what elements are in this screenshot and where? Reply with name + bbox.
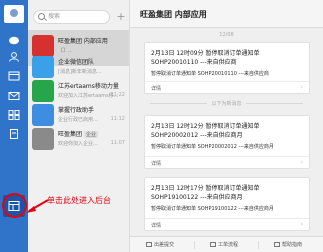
card-detail-link[interactable]: 详情 › — [145, 218, 309, 230]
list-item[interactable]: 旺盈集团 企业 欢迎你加入企业... 11:07 — [28, 123, 129, 159]
calendar-icon[interactable] — [8, 71, 20, 81]
app-avatar — [32, 128, 54, 150]
page-title: 旺盈集团 内部应用 — [140, 10, 207, 19]
chat-panel: 旺盈集团 内部应用 12/08 2月13日 12时09分 暂停取消订单通知单 S… — [130, 0, 323, 252]
divider — [194, 241, 195, 249]
card-body: 暂停取消订单通知单 SOHP19100122 ---来自供应商月 — [151, 206, 274, 212]
chat-icon[interactable] — [8, 36, 20, 46]
item-name: 旺盈集团 内部应用 — [58, 38, 108, 45]
item-name: 旺盈集团 企业 — [58, 131, 99, 138]
new-message-divider: 以下为新消息 — [130, 100, 323, 107]
menu-icon — [146, 242, 152, 247]
message-card[interactable]: 2月13日 12时09分 暂停取消订单通知单 SOHP20010110 ---来… — [144, 42, 310, 94]
document-icon[interactable] — [8, 129, 20, 139]
apps-grid-icon[interactable] — [8, 110, 20, 120]
item-time: 11:22 — [110, 92, 125, 98]
card-body: 暂停取消订单通知单 SOHP20002012 ---来自供应商月 — [151, 144, 274, 150]
item-name: 江苏ertaams移动力量 — [58, 83, 119, 90]
add-icon[interactable]: + — [116, 10, 126, 24]
annotation-text: 单击此处进入后台 — [47, 196, 111, 205]
time-stamp: 12/08 — [219, 32, 234, 38]
message-card[interactable]: 2月13日 12时17分 暂停取消订单通知单 SOHP19100122 ---来… — [144, 177, 310, 231]
search-input[interactable]: 搜索 — [33, 10, 110, 24]
card-detail-link[interactable]: 详情 › — [145, 81, 309, 93]
chevron-right-icon: › — [300, 221, 303, 228]
message-card[interactable]: 2月13日 12时12分 暂停取消订单通知单 SOHP20002012 ---来… — [144, 115, 310, 169]
chevron-right-icon: › — [300, 159, 303, 166]
search-placeholder: 搜索 — [48, 13, 61, 20]
item-time: 11:12 — [110, 116, 125, 122]
item-preview: [消息]新年新消息... — [58, 69, 102, 75]
item-name: 掌握行政助手 — [58, 107, 95, 114]
divider — [258, 241, 259, 249]
card-title: 2月13日 12时09分 暂停取消订单通知单 SOHP20010110 ---来… — [151, 50, 260, 66]
mail-icon[interactable] — [8, 91, 20, 101]
chevron-right-icon: › — [300, 84, 303, 91]
toolbar-button[interactable]: 出差提交 — [146, 237, 174, 252]
card-body: 暂停取消订单通知单 SOHP20010110 ---来自供应商 — [151, 71, 269, 77]
menu-icon — [274, 242, 280, 247]
card-title: 2月13日 12时17分 暂停取消订单通知单 SOHP19100122 ---来… — [151, 185, 260, 201]
card-detail-link[interactable]: 详情 › — [145, 156, 309, 168]
card-title: 2月13日 12时12分 暂停取消订单通知单 SOHP20002012 ---来… — [151, 123, 260, 139]
toolbar-button[interactable]: 帮助指南 — [274, 237, 302, 252]
contacts-icon[interactable] — [8, 52, 20, 62]
chat-header: 旺盈集团 内部应用 — [130, 0, 323, 28]
menu-icon — [210, 242, 216, 247]
item-name: 企业微信团队 — [58, 59, 95, 66]
enterprise-badge: 企业 — [84, 131, 99, 138]
app-toolbar: 出差提交 工单流程 帮助指南 — [130, 236, 323, 252]
toolbar-button[interactable]: 工单流程 — [210, 237, 238, 252]
item-time: 11:07 — [110, 140, 125, 146]
search-icon — [38, 13, 45, 20]
user-avatar[interactable] — [4, 5, 24, 23]
